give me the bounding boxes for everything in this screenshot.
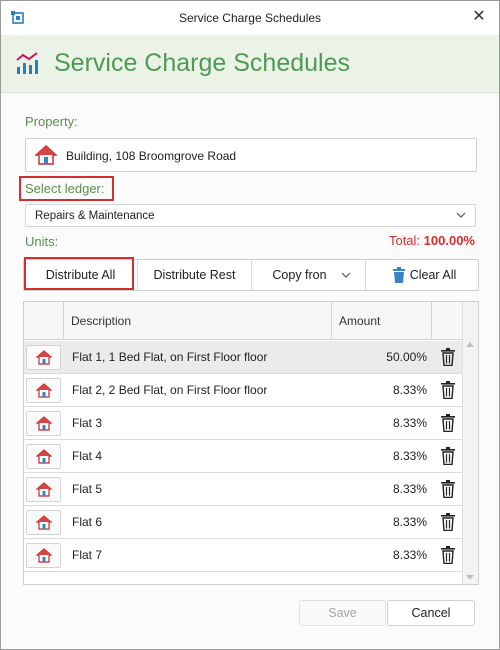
row-description: Flat 5 (72, 482, 103, 496)
delete-icon[interactable] (441, 513, 455, 531)
table-row[interactable]: Flat 4 8.33% (24, 440, 463, 473)
header-amount[interactable]: Amount (332, 302, 432, 340)
delete-icon[interactable] (441, 414, 455, 432)
delete-icon[interactable] (441, 546, 455, 564)
row-description: Flat 4 (72, 449, 103, 463)
page-header: Service Charge Schedules (1, 35, 499, 93)
row-amount[interactable]: 8.33% (393, 383, 427, 397)
ledger-selected-value: Repairs & Maintenance (35, 210, 155, 222)
delete-icon[interactable] (441, 381, 455, 399)
trash-icon (393, 267, 405, 283)
row-amount[interactable]: 8.33% (393, 482, 427, 496)
delete-icon[interactable] (441, 480, 455, 498)
chevron-down-icon (341, 272, 351, 278)
unit-open-button[interactable] (26, 411, 61, 436)
row-amount[interactable]: 8.33% (393, 548, 427, 562)
scroll-up-icon[interactable] (466, 342, 474, 347)
house-icon (36, 350, 52, 365)
ledger-select[interactable]: Repairs & Maintenance (25, 204, 476, 227)
header-description[interactable]: Description (64, 302, 332, 340)
ledger-label-highlight (19, 176, 114, 201)
units-grid: Description Amount Flat 1, 1 Bed Flat, o… (23, 301, 479, 585)
building-icon (35, 145, 57, 165)
row-description: Flat 2, 2 Bed Flat, on First Floor floor (72, 383, 268, 397)
clear-all-button[interactable]: Clear All (366, 260, 478, 290)
unit-open-button[interactable] (26, 477, 61, 502)
total-value: 100.00% (423, 233, 475, 248)
distribute-rest-button[interactable]: Distribute Rest (138, 260, 252, 290)
total-display: Total: 100.00% (389, 233, 475, 248)
table-row[interactable]: Flat 6 8.33% (24, 506, 463, 539)
house-icon (36, 449, 52, 464)
property-field[interactable]: Building, 108 Broomgrove Road (25, 138, 477, 172)
row-amount[interactable]: 8.33% (393, 449, 427, 463)
table-row[interactable]: Flat 5 8.33% (24, 473, 463, 506)
delete-icon[interactable] (441, 447, 455, 465)
table-row[interactable]: Flat 7 8.33% (24, 539, 463, 572)
row-description: Flat 6 (72, 515, 103, 529)
unit-open-button[interactable] (26, 345, 61, 370)
row-amount[interactable]: 8.33% (393, 515, 427, 529)
units-label: Units: (25, 234, 59, 249)
unit-open-button[interactable] (26, 543, 61, 568)
header-delete-cell (432, 302, 463, 340)
delete-icon[interactable] (441, 348, 455, 366)
copy-from-button[interactable]: Copy fron (252, 260, 366, 290)
grid-header: Description Amount (24, 302, 463, 340)
house-icon (36, 515, 52, 530)
house-icon (36, 548, 52, 563)
table-row[interactable]: Flat 3 8.33% (24, 407, 463, 440)
house-icon (36, 416, 52, 431)
copy-from-label: Copy fron (272, 268, 327, 282)
chart-icon (16, 52, 38, 74)
total-label: Total: (388, 233, 421, 248)
row-amount[interactable]: 50.00% (386, 350, 427, 364)
unit-open-button[interactable] (26, 378, 61, 403)
property-value: Building, 108 Broomgrove Road (66, 149, 237, 163)
distribute-all-highlight (24, 257, 134, 290)
clear-all-label: Clear All (409, 268, 457, 282)
cancel-button[interactable]: Cancel (387, 600, 475, 626)
table-row[interactable]: Flat 2, 2 Bed Flat, on First Floor floor… (24, 374, 463, 407)
window-title: Service Charge Schedules (178, 11, 322, 25)
header-icon-cell (24, 302, 64, 340)
save-button[interactable]: Save (299, 600, 386, 626)
unit-open-button[interactable] (26, 444, 61, 469)
page-title: Service Charge Schedules (54, 49, 350, 77)
close-icon[interactable]: ✕ (471, 9, 487, 25)
scroll-down-icon[interactable] (466, 575, 474, 580)
title-bar: Service Charge Schedules ✕ (1, 1, 499, 35)
property-label: Property: (25, 114, 78, 129)
row-description: Flat 3 (72, 416, 103, 430)
row-amount[interactable]: 8.33% (393, 416, 427, 430)
row-description: Flat 1, 1 Bed Flat, on First Floor floor (72, 350, 268, 364)
table-row[interactable]: Flat 1, 1 Bed Flat, on First Floor floor… (24, 341, 463, 374)
unit-open-button[interactable] (26, 510, 61, 535)
vertical-scrollbar[interactable] (462, 302, 478, 584)
chevron-down-icon (456, 212, 466, 218)
dialog-window: Service Charge Schedules ✕ Service Charg… (0, 0, 500, 650)
house-icon (36, 383, 52, 398)
house-icon (36, 482, 52, 497)
row-description: Flat 7 (72, 548, 103, 562)
